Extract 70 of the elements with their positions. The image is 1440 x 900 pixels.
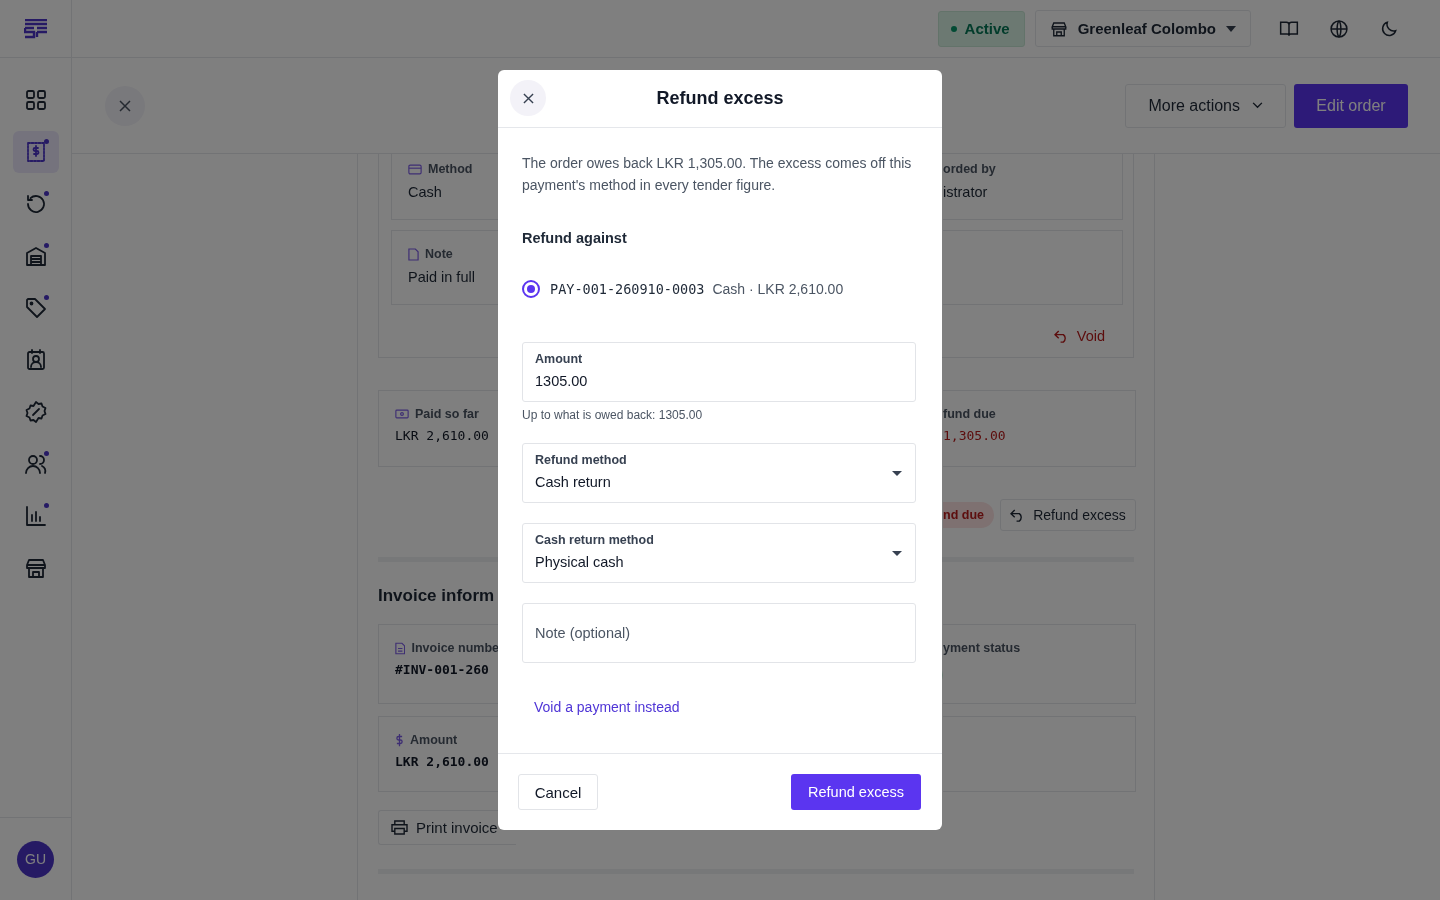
close-button[interactable] [510,80,546,116]
field-label: orded by [943,162,996,176]
caret-icon [1226,25,1236,32]
more-actions-button[interactable]: More actions [1125,83,1286,128]
field-value: Cash return [535,474,612,490]
section-heading: Invoice inform [378,586,496,606]
print-invoice-button[interactable]: Print invoice [378,810,516,845]
refund-method-select[interactable]: Refund method Cash return [522,443,916,503]
caret-icon [892,471,902,476]
store-selector[interactable]: Greenleaf Colombo [1034,10,1251,47]
payment-reference: PAY-001-260910-0003 [550,281,705,297]
close-icon [522,92,534,104]
field-value: Physical cash [535,554,625,570]
field-label: yment status [943,641,1021,655]
note-field[interactable]: Note (optional) [522,603,916,663]
payment-detail: Cash · LKR 2,610.00 [712,281,844,297]
sidebar-item[interactable] [12,131,59,173]
dialog-description: The order owes back LKR 1,305.00. The excess comes off this payment's method in every tender figure. [522,154,913,195]
undo-icon [1053,329,1069,343]
grid-icon [23,88,48,112]
field-label: Cash return method [535,533,655,547]
edit-order-button[interactable]: Edit order [1294,83,1408,128]
field-label: Paid so far [415,407,479,421]
user-avatar[interactable]: GU [17,840,54,878]
store-icon [23,556,48,580]
cancel-button[interactable]: Cancel [518,774,598,810]
close-icon [119,99,131,112]
field-value: Cash [408,184,443,200]
field-label: fund due [943,407,996,421]
field-label: Amount [535,352,584,366]
field-value: LKR 2,610.00 [395,753,489,771]
radio-button[interactable] [522,280,540,298]
tag-icon [23,296,48,320]
chart-icon [23,504,48,528]
field-label: Refund method [535,453,628,467]
cash-return-method-select[interactable]: Cash return method Physical cash [522,523,916,583]
refund-excess-button[interactable]: Refund excess [999,499,1136,531]
cash-icon [395,409,409,419]
status-badge: nd due [943,502,994,528]
field-hint: Up to what is owed back: 1305.00 [522,408,703,422]
field-label: Method [428,162,473,176]
document-icon [395,641,406,655]
field-value: Paid in full [408,269,476,285]
field-value: 1,305.00 [943,427,1006,445]
warehouse-icon [23,244,48,268]
logo-icon [23,18,48,39]
field-value: #INV-001-260 [395,661,489,679]
dollar-icon [395,733,404,747]
status-badge: Active [937,10,1025,47]
void-button[interactable]: Void [1047,327,1111,345]
card-icon [408,163,422,175]
refund-excess-button[interactable]: Refund excess [791,774,921,810]
chevron-down-icon [1252,102,1263,109]
note-icon [408,247,419,261]
printer-icon [391,820,408,835]
moon-icon[interactable] [1379,18,1399,39]
field-label: Note [425,247,453,261]
amount-field[interactable]: Amount 1305.00 [522,342,916,402]
globe-icon[interactable] [1329,18,1349,39]
users-icon [23,452,48,476]
field-label: Invoice numbe [411,641,499,655]
void-payment-link[interactable]: Void a payment instead [534,699,680,715]
dialog-title: Refund excess [656,88,784,109]
field-label: Amount [410,733,458,747]
field-value: istrator [943,184,989,200]
discount-icon [23,400,48,424]
field-value: 1305.00 [535,373,589,389]
section-label: Refund against [522,230,627,246]
field-value: LKR 2,610.00 [395,427,489,445]
store-icon [1049,19,1068,38]
